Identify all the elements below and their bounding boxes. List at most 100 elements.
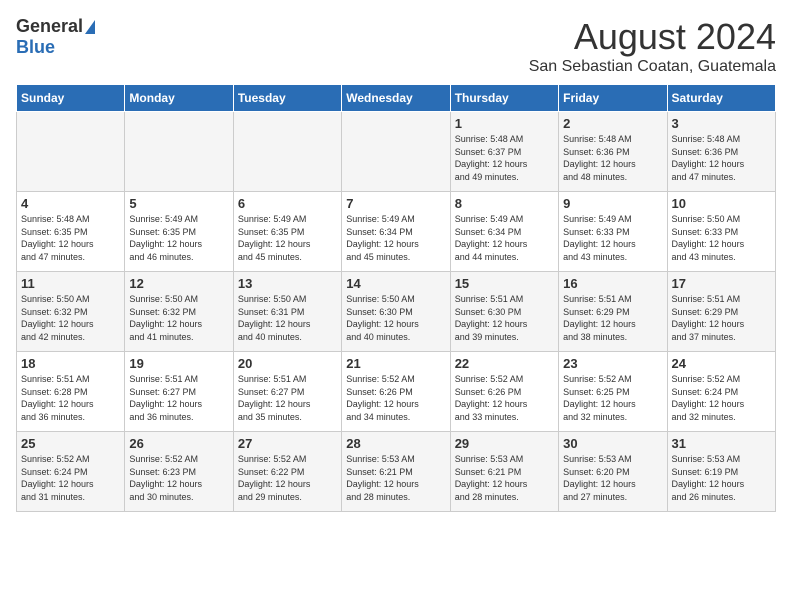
day-number: 24: [672, 356, 771, 371]
day-detail: Sunrise: 5:49 AM Sunset: 6:34 PM Dayligh…: [346, 213, 445, 263]
day-number: 1: [455, 116, 554, 131]
logo: General Blue: [16, 16, 95, 58]
day-detail: Sunrise: 5:50 AM Sunset: 6:32 PM Dayligh…: [21, 293, 120, 343]
header-cell-friday: Friday: [559, 85, 667, 112]
day-cell: 15 Sunrise: 5:51 AM Sunset: 6:30 PM Dayli…: [450, 272, 558, 352]
day-cell: 9 Sunrise: 5:49 AM Sunset: 6:33 PM Daylig…: [559, 192, 667, 272]
day-cell: [17, 112, 125, 192]
day-number: 18: [21, 356, 120, 371]
day-cell: 13 Sunrise: 5:50 AM Sunset: 6:31 PM Dayli…: [233, 272, 341, 352]
day-detail: Sunrise: 5:50 AM Sunset: 6:30 PM Dayligh…: [346, 293, 445, 343]
day-detail: Sunrise: 5:51 AM Sunset: 6:29 PM Dayligh…: [563, 293, 662, 343]
day-number: 28: [346, 436, 445, 451]
day-number: 22: [455, 356, 554, 371]
day-cell: 23 Sunrise: 5:52 AM Sunset: 6:25 PM Dayli…: [559, 352, 667, 432]
calendar-table: SundayMondayTuesdayWednesdayThursdayFrid…: [16, 84, 776, 512]
day-detail: Sunrise: 5:50 AM Sunset: 6:32 PM Dayligh…: [129, 293, 228, 343]
logo-icon: [85, 20, 95, 34]
day-detail: Sunrise: 5:49 AM Sunset: 6:35 PM Dayligh…: [129, 213, 228, 263]
day-detail: Sunrise: 5:50 AM Sunset: 6:33 PM Dayligh…: [672, 213, 771, 263]
day-number: 6: [238, 196, 337, 211]
day-number: 26: [129, 436, 228, 451]
day-number: 2: [563, 116, 662, 131]
day-cell: 1Sunrise: 5:48 AM Sunset: 6:37 PM Daylig…: [450, 112, 558, 192]
day-number: 15: [455, 276, 554, 291]
day-detail: Sunrise: 5:52 AM Sunset: 6:26 PM Dayligh…: [346, 373, 445, 423]
day-number: 16: [563, 276, 662, 291]
day-cell: 24 Sunrise: 5:52 AM Sunset: 6:24 PM Dayli…: [667, 352, 775, 432]
week-row-4: 18 Sunrise: 5:51 AM Sunset: 6:28 PM Dayli…: [17, 352, 776, 432]
page-header: General Blue August 2024 San Sebastian C…: [16, 16, 776, 76]
logo-general-text: General: [16, 16, 83, 37]
day-detail: Sunrise: 5:52 AM Sunset: 6:24 PM Dayligh…: [672, 373, 771, 423]
day-detail: Sunrise: 5:52 AM Sunset: 6:22 PM Dayligh…: [238, 453, 337, 503]
day-cell: 7Sunrise: 5:49 AM Sunset: 6:34 PM Daylig…: [342, 192, 450, 272]
day-detail: Sunrise: 5:48 AM Sunset: 6:35 PM Dayligh…: [21, 213, 120, 263]
header-row: SundayMondayTuesdayWednesdayThursdayFrid…: [17, 85, 776, 112]
day-cell: [342, 112, 450, 192]
day-cell: 6 Sunrise: 5:49 AM Sunset: 6:35 PM Daylig…: [233, 192, 341, 272]
day-cell: 17 Sunrise: 5:51 AM Sunset: 6:29 PM Dayli…: [667, 272, 775, 352]
day-cell: 25Sunrise: 5:52 AM Sunset: 6:24 PM Dayli…: [17, 432, 125, 512]
day-detail: Sunrise: 5:52 AM Sunset: 6:26 PM Dayligh…: [455, 373, 554, 423]
day-detail: Sunrise: 5:51 AM Sunset: 6:28 PM Dayligh…: [21, 373, 120, 423]
week-row-3: 11Sunrise: 5:50 AM Sunset: 6:32 PM Dayli…: [17, 272, 776, 352]
day-number: 14: [346, 276, 445, 291]
day-cell: 29Sunrise: 5:53 AM Sunset: 6:21 PM Dayli…: [450, 432, 558, 512]
day-number: 5: [129, 196, 228, 211]
header-cell-saturday: Saturday: [667, 85, 775, 112]
calendar-body: 1Sunrise: 5:48 AM Sunset: 6:37 PM Daylig…: [17, 112, 776, 512]
day-number: 23: [563, 356, 662, 371]
day-detail: Sunrise: 5:48 AM Sunset: 6:36 PM Dayligh…: [672, 133, 771, 183]
header-cell-wednesday: Wednesday: [342, 85, 450, 112]
day-detail: Sunrise: 5:53 AM Sunset: 6:21 PM Dayligh…: [455, 453, 554, 503]
day-detail: Sunrise: 5:52 AM Sunset: 6:25 PM Dayligh…: [563, 373, 662, 423]
day-number: 13: [238, 276, 337, 291]
day-cell: 5 Sunrise: 5:49 AM Sunset: 6:35 PM Daylig…: [125, 192, 233, 272]
day-detail: Sunrise: 5:49 AM Sunset: 6:33 PM Dayligh…: [563, 213, 662, 263]
day-number: 20: [238, 356, 337, 371]
day-detail: Sunrise: 5:49 AM Sunset: 6:35 PM Dayligh…: [238, 213, 337, 263]
day-detail: Sunrise: 5:53 AM Sunset: 6:20 PM Dayligh…: [563, 453, 662, 503]
logo-blue-text: Blue: [16, 37, 55, 58]
header-cell-sunday: Sunday: [17, 85, 125, 112]
location: San Sebastian Coatan, Guatemala: [529, 58, 776, 76]
day-number: 27: [238, 436, 337, 451]
day-number: 9: [563, 196, 662, 211]
week-row-5: 25Sunrise: 5:52 AM Sunset: 6:24 PM Dayli…: [17, 432, 776, 512]
day-detail: Sunrise: 5:51 AM Sunset: 6:29 PM Dayligh…: [672, 293, 771, 343]
day-detail: Sunrise: 5:51 AM Sunset: 6:27 PM Dayligh…: [129, 373, 228, 423]
day-cell: 10 Sunrise: 5:50 AM Sunset: 6:33 PM Dayli…: [667, 192, 775, 272]
day-cell: 12 Sunrise: 5:50 AM Sunset: 6:32 PM Dayli…: [125, 272, 233, 352]
day-number: 19: [129, 356, 228, 371]
month-title: August 2024: [529, 16, 776, 58]
day-cell: 30Sunrise: 5:53 AM Sunset: 6:20 PM Dayli…: [559, 432, 667, 512]
day-detail: Sunrise: 5:49 AM Sunset: 6:34 PM Dayligh…: [455, 213, 554, 263]
day-cell: 3 Sunrise: 5:48 AM Sunset: 6:36 PM Daylig…: [667, 112, 775, 192]
day-cell: 14 Sunrise: 5:50 AM Sunset: 6:30 PM Dayli…: [342, 272, 450, 352]
day-detail: Sunrise: 5:51 AM Sunset: 6:30 PM Dayligh…: [455, 293, 554, 343]
day-cell: 16 Sunrise: 5:51 AM Sunset: 6:29 PM Dayli…: [559, 272, 667, 352]
day-cell: [233, 112, 341, 192]
day-cell: 19 Sunrise: 5:51 AM Sunset: 6:27 PM Dayli…: [125, 352, 233, 432]
day-cell: 18 Sunrise: 5:51 AM Sunset: 6:28 PM Dayli…: [17, 352, 125, 432]
calendar-header: SundayMondayTuesdayWednesdayThursdayFrid…: [17, 85, 776, 112]
day-number: 3: [672, 116, 771, 131]
day-cell: 22 Sunrise: 5:52 AM Sunset: 6:26 PM Dayli…: [450, 352, 558, 432]
day-detail: Sunrise: 5:50 AM Sunset: 6:31 PM Dayligh…: [238, 293, 337, 343]
day-number: 17: [672, 276, 771, 291]
day-cell: 31Sunrise: 5:53 AM Sunset: 6:19 PM Dayli…: [667, 432, 775, 512]
day-cell: 26 Sunrise: 5:52 AM Sunset: 6:23 PM Dayli…: [125, 432, 233, 512]
day-detail: Sunrise: 5:52 AM Sunset: 6:23 PM Dayligh…: [129, 453, 228, 503]
day-cell: 4Sunrise: 5:48 AM Sunset: 6:35 PM Daylig…: [17, 192, 125, 272]
day-number: 8: [455, 196, 554, 211]
day-number: 25: [21, 436, 120, 451]
day-detail: Sunrise: 5:51 AM Sunset: 6:27 PM Dayligh…: [238, 373, 337, 423]
day-cell: 2 Sunrise: 5:48 AM Sunset: 6:36 PM Daylig…: [559, 112, 667, 192]
day-cell: 21Sunrise: 5:52 AM Sunset: 6:26 PM Dayli…: [342, 352, 450, 432]
week-row-1: 1Sunrise: 5:48 AM Sunset: 6:37 PM Daylig…: [17, 112, 776, 192]
day-number: 10: [672, 196, 771, 211]
header-cell-thursday: Thursday: [450, 85, 558, 112]
day-number: 12: [129, 276, 228, 291]
day-detail: Sunrise: 5:48 AM Sunset: 6:36 PM Dayligh…: [563, 133, 662, 183]
